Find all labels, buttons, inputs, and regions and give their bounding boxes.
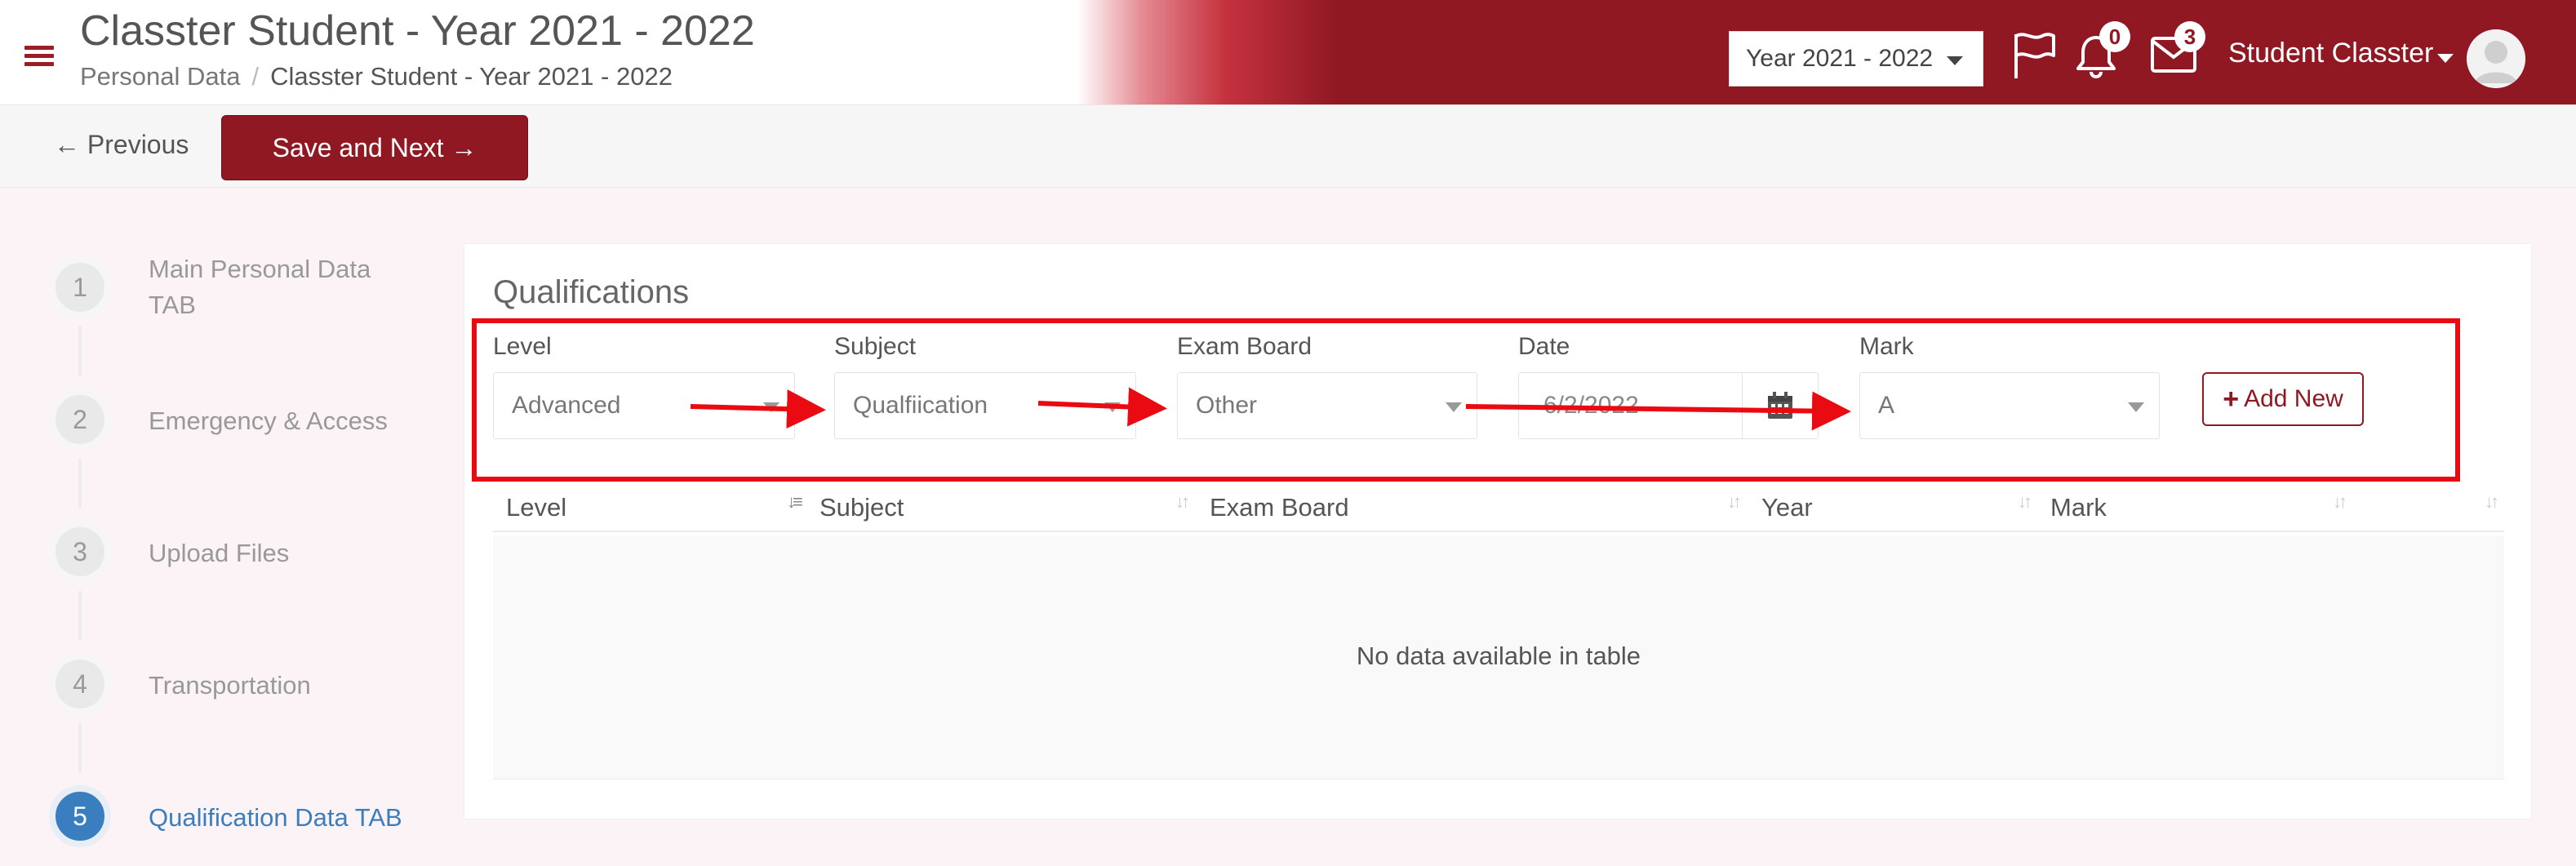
column-header-level[interactable]: Level xyxy=(506,493,566,522)
step-number: 2 xyxy=(49,389,111,451)
avatar-icon[interactable] xyxy=(2467,29,2525,88)
sort-icon[interactable]: ↓↑ xyxy=(2485,491,2499,513)
previous-button[interactable]: ← Previous xyxy=(54,130,189,160)
date-value: 6/2/2022 xyxy=(1543,392,1639,419)
breadcrumb-separator: / xyxy=(251,62,260,91)
breadcrumb: Personal Data / Classter Student - Year 20… xyxy=(80,62,673,91)
qualifications-table-header: Level ↓≡ Subject ↓↑ Exam Board ↓↑ Year ↓… xyxy=(493,485,2504,532)
level-label: Level xyxy=(493,333,552,360)
action-toolbar: ← Previous Save and Next → xyxy=(0,105,2576,188)
save-and-next-button[interactable]: Save and Next → xyxy=(221,115,528,180)
exam-board-value: Other xyxy=(1196,392,1258,419)
chevron-down-icon xyxy=(1947,56,1963,65)
step-connector xyxy=(78,326,82,375)
step-4[interactable]: 4 xyxy=(41,645,119,723)
sort-icon[interactable]: ↓↑ xyxy=(2333,491,2347,513)
step-label-transportation[interactable]: Transportation xyxy=(149,668,311,704)
section-title: Qualifications xyxy=(493,274,690,310)
step-connector xyxy=(78,723,82,772)
chevron-down-icon xyxy=(1104,402,1121,412)
step-number: 1 xyxy=(49,256,111,318)
page-title: Classter Student - Year 2021 - 2022 xyxy=(80,7,755,55)
sort-icon[interactable]: ↓↑ xyxy=(2018,491,2032,513)
sort-icon[interactable]: ↓↑ xyxy=(1727,491,1742,513)
add-new-label: Add New xyxy=(2244,385,2343,412)
qualifications-table-body: No data available in table xyxy=(493,535,2504,779)
chevron-down-icon xyxy=(2128,402,2144,412)
chevron-down-icon xyxy=(763,402,779,412)
column-header-year[interactable]: Year xyxy=(1761,493,1813,522)
calendar-icon[interactable] xyxy=(1742,373,1818,438)
step-label-main-personal-data[interactable]: Main Personal Data TAB xyxy=(149,251,410,323)
step-connector xyxy=(78,591,82,640)
exam-board-label: Exam Board xyxy=(1177,333,1312,360)
empty-table-message: No data available in table xyxy=(1356,642,1641,670)
mark-value: A xyxy=(1878,392,1895,419)
year-selector[interactable]: Year 2021 - 2022 xyxy=(1729,31,1983,87)
subject-value: Qualfiication xyxy=(853,392,988,419)
year-selector-value: Year 2021 - 2022 xyxy=(1746,45,1934,72)
menu-icon[interactable] xyxy=(24,46,54,67)
step-number: 3 xyxy=(49,521,111,583)
mark-label: Mark xyxy=(1859,333,1914,360)
sort-icon[interactable]: ↓↑ xyxy=(1175,491,1190,513)
messages-badge: 3 xyxy=(2174,21,2205,52)
plus-icon: + xyxy=(2223,383,2240,415)
breadcrumb-current: Classter Student - Year 2021 - 2022 xyxy=(270,62,673,91)
sort-icon[interactable]: ↓≡ xyxy=(787,491,803,513)
top-header: Classter Student - Year 2021 - 2022 Pers… xyxy=(0,0,2576,105)
step-label-qualification-data[interactable]: Qualification Data TAB xyxy=(149,800,402,836)
step-3[interactable]: 3 xyxy=(41,513,119,591)
notifications-badge: 0 xyxy=(2099,21,2130,52)
column-header-mark[interactable]: Mark xyxy=(2050,493,2107,522)
add-new-button[interactable]: + Add New xyxy=(2202,372,2364,426)
date-input[interactable]: 6/2/2022 xyxy=(1518,372,1819,439)
level-select[interactable]: Advanced xyxy=(493,372,795,439)
subject-select[interactable]: Qualfiication xyxy=(834,372,1136,439)
mark-select[interactable]: A xyxy=(1859,372,2160,439)
chevron-down-icon xyxy=(1446,402,1462,412)
step-5[interactable]: 5 xyxy=(41,777,119,855)
subject-label: Subject xyxy=(834,333,917,360)
step-label-emergency-access[interactable]: Emergency & Access xyxy=(149,403,388,439)
chevron-down-icon[interactable] xyxy=(2437,54,2454,63)
date-label: Date xyxy=(1518,333,1570,360)
flag-icon[interactable] xyxy=(2011,31,2057,84)
user-menu[interactable]: Student Classter xyxy=(2228,38,2433,69)
column-header-subject[interactable]: Subject xyxy=(819,493,904,522)
step-number: 4 xyxy=(49,653,111,715)
level-value: Advanced xyxy=(512,392,621,419)
step-2[interactable]: 2 xyxy=(41,380,119,459)
exam-board-select[interactable]: Other xyxy=(1177,372,1477,439)
step-number: 5 xyxy=(49,785,111,847)
breadcrumb-root[interactable]: Personal Data xyxy=(80,62,240,91)
step-label-upload-files[interactable]: Upload Files xyxy=(149,535,289,571)
step-1[interactable]: 1 xyxy=(41,248,119,326)
column-header-exam-board[interactable]: Exam Board xyxy=(1210,493,1349,522)
step-connector xyxy=(78,459,82,508)
